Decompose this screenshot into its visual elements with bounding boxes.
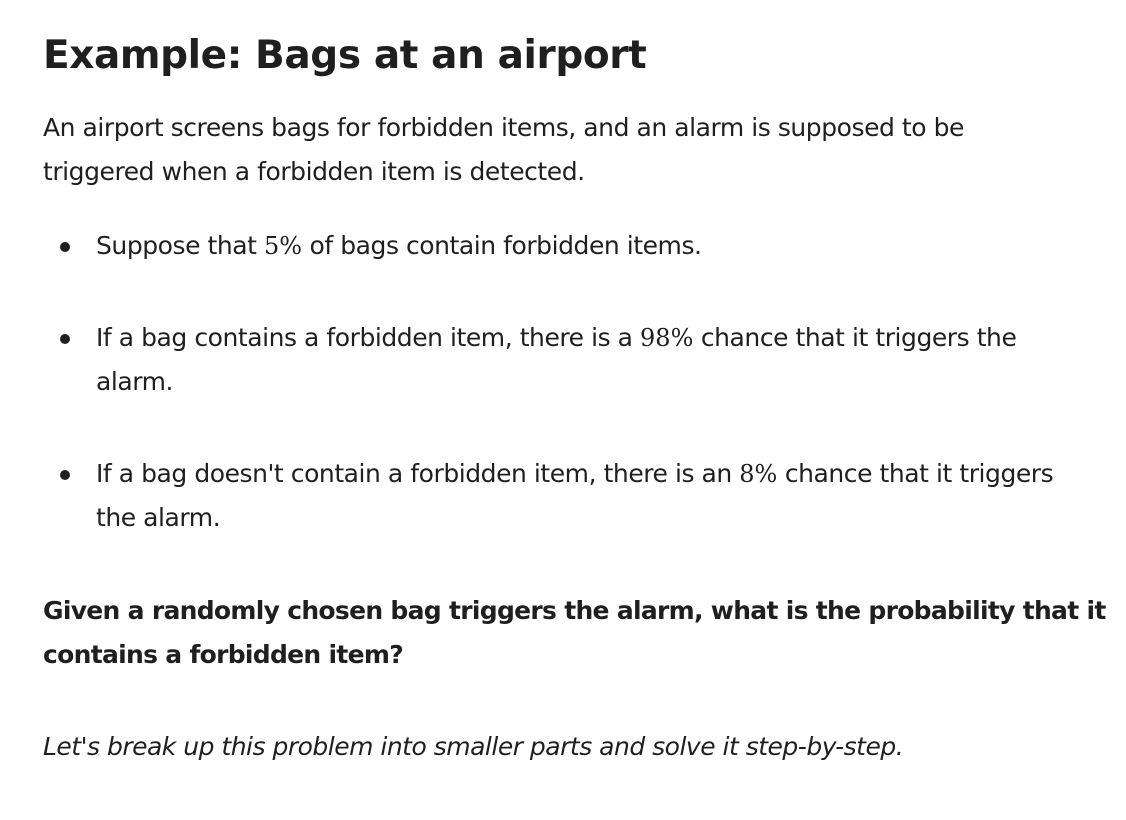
- fact-percentage: 8%: [739, 460, 778, 488]
- bullet-icon: [60, 334, 70, 344]
- fact-item-2: If a bag contains a forbidden item, ther…: [43, 316, 1063, 404]
- page-title: Example: Bags at an airport: [43, 33, 647, 78]
- fact-text-after: of bags contain forbidden items.: [302, 231, 702, 260]
- facts-list: Suppose that 5% of bags contain forbidde…: [43, 224, 1063, 540]
- fact-percentage: 98%: [640, 324, 694, 352]
- fact-text-before: Suppose that: [96, 231, 264, 260]
- document-page: Example: Bags at an airport An airport s…: [0, 0, 1126, 820]
- fact-text-before: If a bag contains a forbidden item, ther…: [96, 323, 641, 352]
- intro-paragraph: An airport screens bags for forbidden it…: [43, 113, 964, 186]
- bullet-icon: [60, 242, 70, 252]
- fact-item-3: If a bag doesn't contain a forbidden ite…: [43, 452, 1063, 540]
- hint-paragraph: Let's break up this problem into smaller…: [43, 732, 904, 761]
- fact-percentage: 5%: [263, 232, 303, 260]
- question-paragraph: Given a randomly chosen bag triggers the…: [43, 596, 1106, 669]
- bullet-icon: [60, 470, 70, 480]
- fact-text-before: If a bag doesn't contain a forbidden ite…: [96, 459, 740, 488]
- fact-item-1: Suppose that 5% of bags contain forbidde…: [43, 224, 1063, 268]
